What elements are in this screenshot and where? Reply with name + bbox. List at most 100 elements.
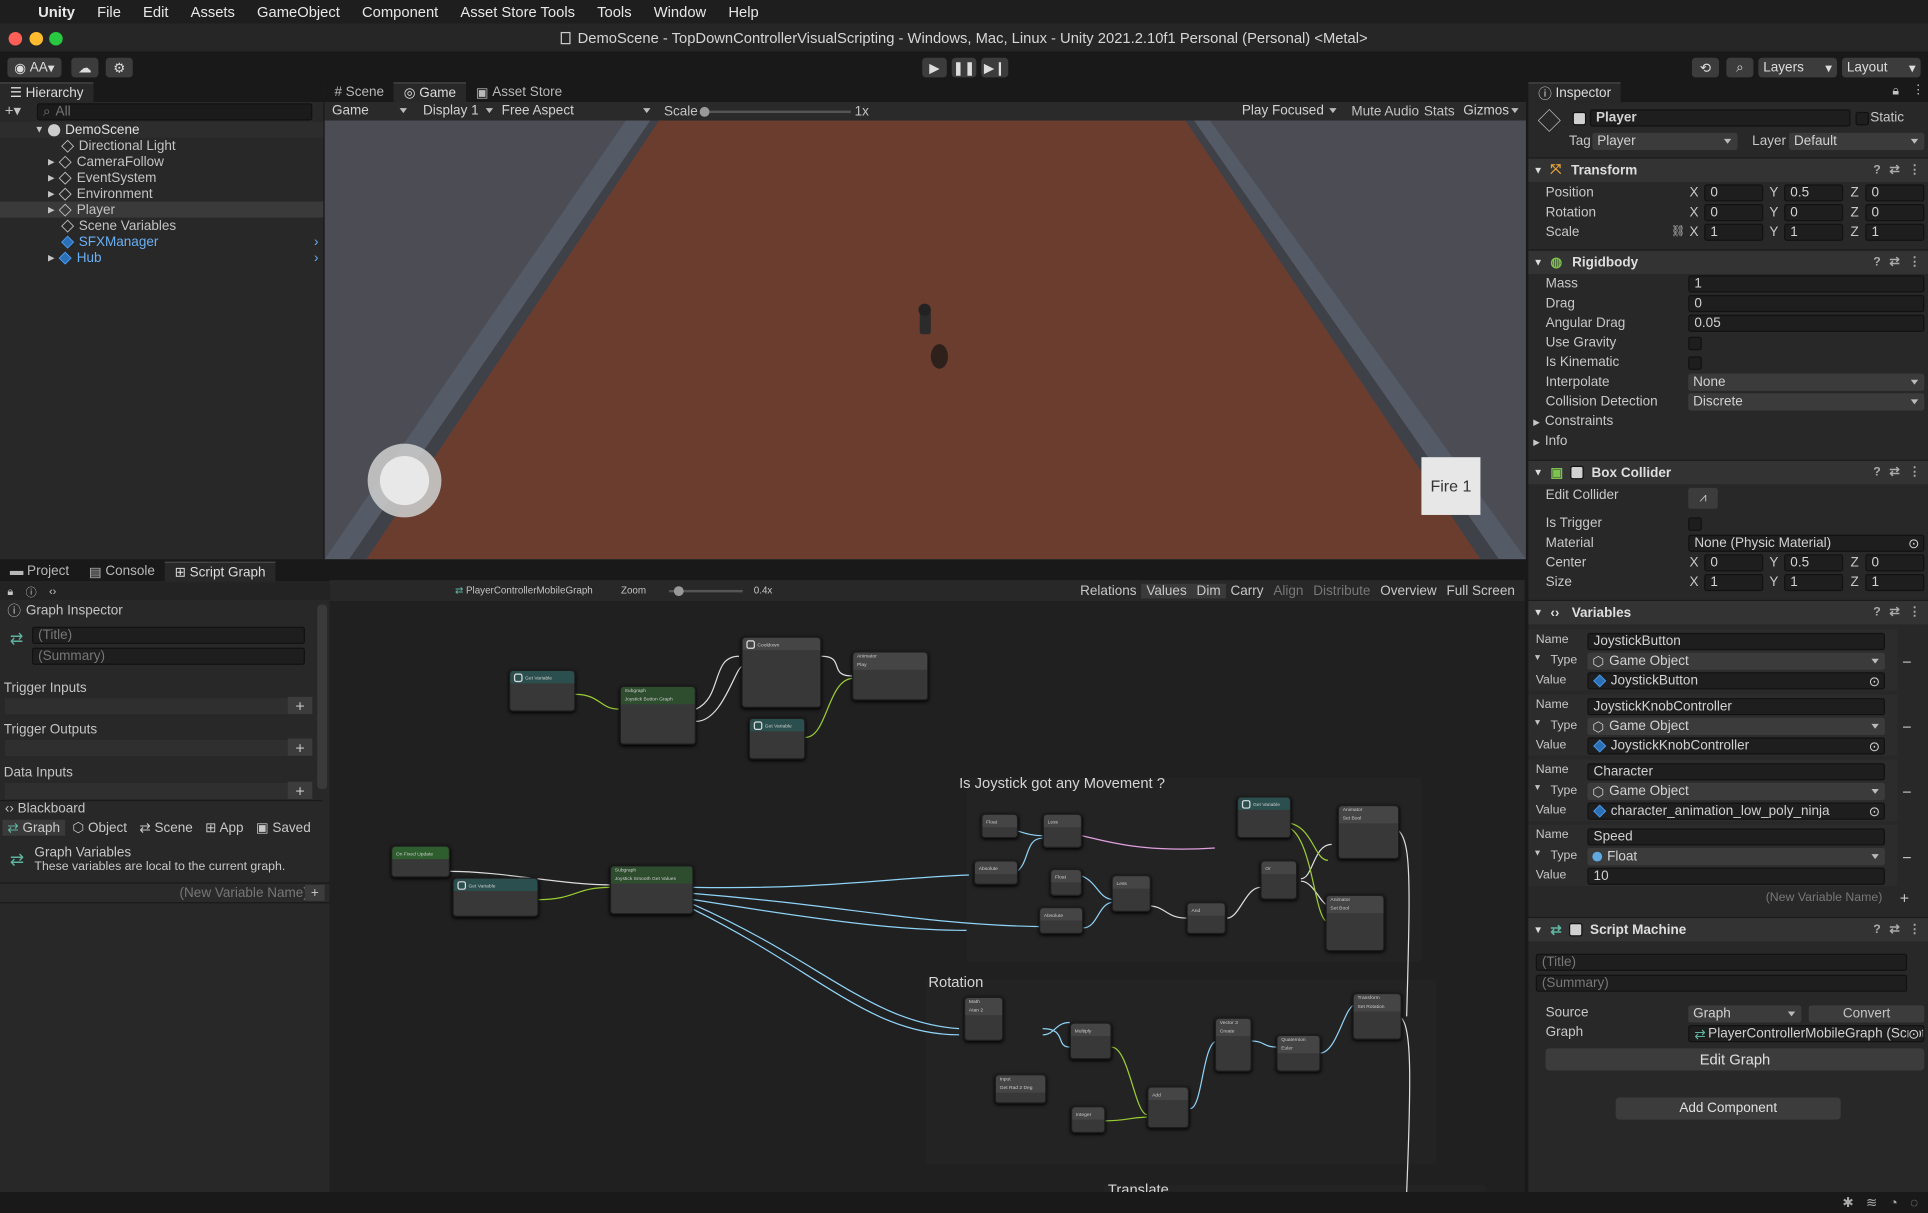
transform-header[interactable]: ▼ ⤧ Transform? ⇄ ⋮ (1528, 157, 1928, 182)
size-z-input[interactable]: 1 (1865, 573, 1925, 592)
gizmos-dropdown[interactable]: Gizmos (1458, 102, 1524, 119)
is-kinematic-checkbox[interactable] (1688, 356, 1702, 370)
position-y-input[interactable]: 0.5 (1784, 184, 1844, 202)
var-name-input[interactable]: Speed (1587, 828, 1885, 846)
add-variable-button[interactable]: + (1900, 889, 1909, 907)
kebab-menu-icon[interactable]: ⋮ (1908, 466, 1920, 480)
game-view-dropdown[interactable]: Game (327, 102, 413, 119)
var-type-dropdown[interactable]: Float (1587, 848, 1885, 866)
close-window-button[interactable] (8, 31, 23, 46)
info-icon[interactable]: ⓘ (26, 583, 37, 599)
graph-node[interactable]: Cooldown (741, 636, 822, 708)
tab-script-graph[interactable]: ⊞ Script Graph (164, 561, 276, 582)
lock-icon[interactable]: 🔒︎ (7, 584, 13, 598)
menu-gameobject[interactable]: GameObject (246, 3, 351, 20)
fire-button[interactable]: Fire 1 (1421, 457, 1481, 515)
graph-node[interactable]: Get Variable (748, 717, 806, 760)
scale-z-input[interactable]: 1 (1865, 223, 1925, 241)
blackboard-tab-graph[interactable]: ⇄ Graph (2, 819, 65, 836)
graph-node[interactable]: Less (1042, 813, 1083, 849)
blackboard-tab-object[interactable]: ⬡ Object (67, 820, 132, 836)
size-x-input[interactable]: 1 (1704, 573, 1764, 592)
var-name-input[interactable]: JoystickKnobController (1587, 698, 1885, 716)
search-icon[interactable]: ⌕ (1726, 57, 1754, 78)
graph-node[interactable]: Absolute (1039, 907, 1084, 935)
position-z-input[interactable]: 0 (1865, 184, 1925, 202)
preset-icon[interactable]: ⇄ (1889, 163, 1899, 177)
active-checkbox[interactable] (1572, 111, 1587, 126)
machine-summary-input[interactable]: (Summary) (1535, 974, 1908, 992)
help-icon[interactable]: ? (1873, 923, 1881, 937)
menu-tools[interactable]: Tools (586, 3, 643, 20)
var-name-input[interactable]: Character (1587, 763, 1885, 781)
graph-node[interactable]: Get Variable (1236, 796, 1292, 839)
graph-node[interactable]: Less (1111, 875, 1151, 912)
hierarchy-search-input[interactable]: ⌕ All (36, 103, 313, 121)
graph-node[interactable]: Animator Set Bool (1337, 804, 1400, 860)
layer-dropdown[interactable]: Default (1789, 132, 1925, 150)
add-graph-variable-button[interactable]: + (304, 884, 325, 901)
var-value-field[interactable]: character_animation_low_poly_ninja ⊙ (1587, 802, 1885, 820)
debug-icon[interactable]: ✱ (1842, 1195, 1853, 1211)
tag-dropdown[interactable]: Player (1592, 132, 1738, 150)
blackboard-tab-scene[interactable]: ⇄ Scene (134, 820, 197, 836)
graph-node[interactable]: Get Variable (509, 669, 576, 712)
object-picker-icon[interactable]: ⊙ (1908, 536, 1919, 550)
tab-console[interactable]: ▤ Console (79, 562, 165, 582)
add-data-input-button[interactable]: + (287, 781, 313, 799)
graph-node[interactable]: Multiply (1069, 1022, 1112, 1060)
graph-inspector-scrollbar[interactable] (317, 604, 328, 790)
graph-node[interactable]: On Fixed Update (391, 845, 451, 878)
mass-input[interactable]: 1 (1688, 275, 1925, 293)
graph-node[interactable]: Quaternion Euler (1276, 1034, 1321, 1072)
drag-input[interactable]: 0 (1688, 294, 1925, 313)
hierarchy-item-player[interactable]: ▶ Player (0, 201, 324, 218)
source-dropdown[interactable]: Graph (1688, 1005, 1802, 1023)
graph-node[interactable]: Animator Play (852, 651, 929, 701)
graph-node[interactable]: Float (1050, 868, 1083, 896)
blackboard-tab-app[interactable]: ⊞ App (200, 820, 248, 836)
rotation-y-input[interactable]: 0 (1784, 204, 1844, 222)
use-gravity-checkbox[interactable] (1688, 336, 1702, 351)
menu-edit[interactable]: Edit (132, 3, 180, 20)
center-z-input[interactable]: 0 (1865, 554, 1925, 572)
edit-graph-button[interactable]: Edit Graph (1545, 1048, 1925, 1071)
preset-icon[interactable]: ⇄ (1889, 923, 1899, 937)
graph-node[interactable]: Or (1260, 860, 1298, 900)
help-icon[interactable]: ? (1873, 163, 1881, 177)
rotation-z-input[interactable]: 0 (1865, 204, 1925, 222)
graph-node[interactable]: And (1186, 902, 1226, 935)
graph-asset-field[interactable]: ⇄ PlayerControllerMobileGraph (Script ⊙ (1688, 1024, 1925, 1043)
add-component-button[interactable]: Add Component (1615, 1097, 1841, 1120)
step-button[interactable]: ▶❙ (981, 57, 1009, 78)
graph-node[interactable]: Animator Set Bool (1325, 894, 1385, 952)
center-x-input[interactable]: 0 (1704, 554, 1764, 572)
graph-node[interactable]: Add (1147, 1086, 1190, 1129)
kebab-menu-icon[interactable]: ⋮ (1908, 923, 1920, 937)
menu-help[interactable]: Help (717, 3, 769, 20)
graph-summary-input[interactable]: (Summary) (31, 647, 305, 665)
new-graph-variable-input[interactable]: (New Variable Name) (180, 886, 308, 901)
convert-button[interactable]: Convert (1808, 1005, 1925, 1023)
center-y-input[interactable]: 0.5 (1784, 554, 1844, 572)
blackboard-tab-saved[interactable]: ▣ Saved (251, 820, 316, 836)
scale-x-input[interactable]: 1 (1704, 223, 1764, 241)
var-value-field[interactable]: JoystickButton ⊙ (1587, 672, 1885, 690)
display-dropdown[interactable]: Display 1 (418, 102, 499, 119)
tab-project[interactable]: ▬ Project (0, 562, 79, 582)
box-collider-header[interactable]: ▼ ▣ Box Collider? ⇄ ⋮ (1528, 459, 1928, 485)
graph-title-input[interactable]: (Title) (31, 626, 305, 644)
rotation-x-input[interactable]: 0 (1704, 204, 1764, 222)
graph-node[interactable]: Subgraph Joystick Smooth Get Values (609, 865, 694, 915)
cloud-icon[interactable]: ☁ (71, 57, 99, 78)
scale-y-input[interactable]: 1 (1784, 223, 1844, 241)
graph-canvas-area[interactable]: ⇄ PlayerControllerMobileGraph Zoom 0.4x … (329, 580, 1525, 1193)
hierarchy-item-camerafollow[interactable]: ▶ CameraFollow (0, 154, 164, 170)
remove-variable-button[interactable]: − (1902, 783, 1911, 801)
menu-window[interactable]: Window (643, 3, 718, 20)
graph-node[interactable]: Get Variable (452, 877, 539, 917)
hierarchy-item-eventsystem[interactable]: ▶ EventSystem (0, 170, 156, 186)
tab-scene[interactable]: # Scene (325, 82, 394, 102)
static-checkbox[interactable] (1855, 111, 1869, 126)
var-type-dropdown[interactable]: ⬡ Game Object (1587, 782, 1885, 801)
